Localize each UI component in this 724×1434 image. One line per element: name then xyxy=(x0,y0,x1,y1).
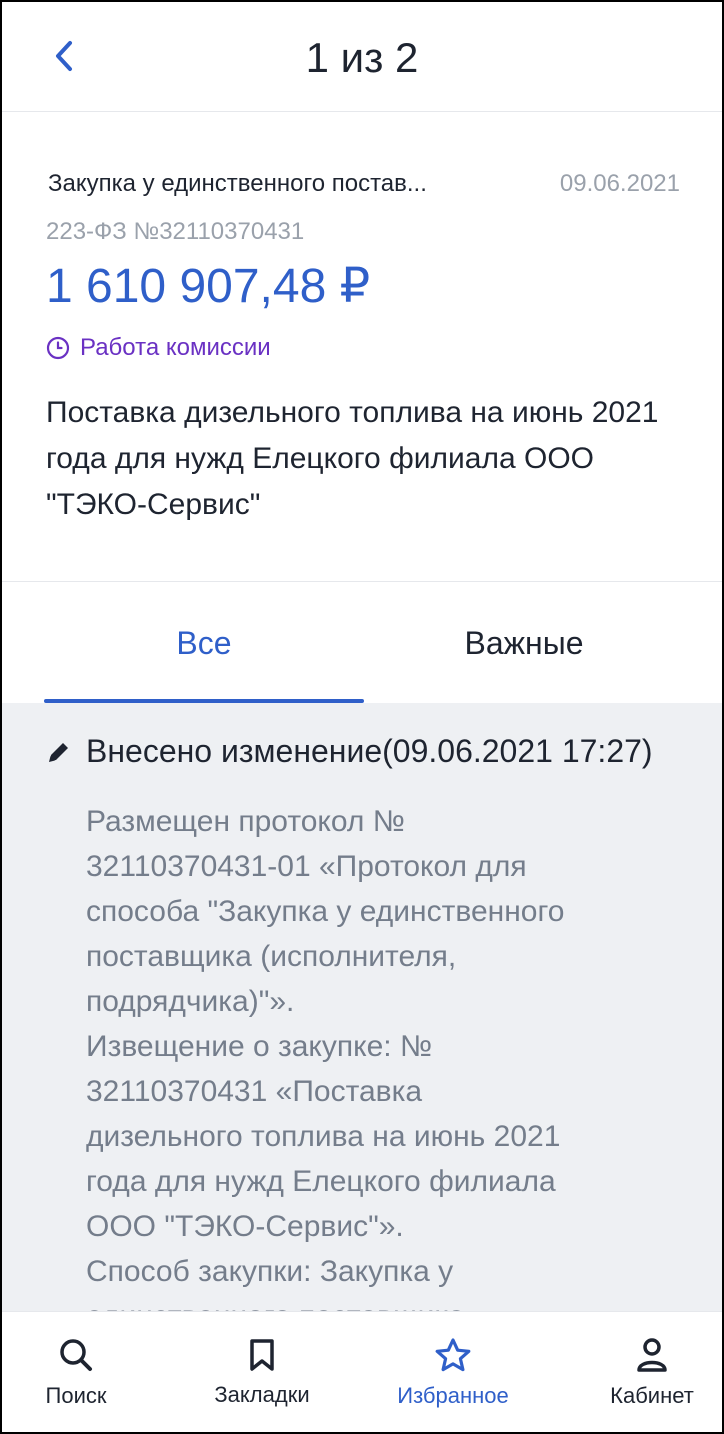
event-line: года для нужд Елецкого филиала xyxy=(86,1165,556,1198)
status-text: Работа комиссии xyxy=(80,334,271,361)
bookmark-icon xyxy=(250,1338,274,1371)
tab-all[interactable]: Все xyxy=(44,583,364,703)
bottom-navigation: Поиск Закладки Избранное Кабинет xyxy=(2,1311,722,1432)
nav-bookmarks[interactable]: Закладки xyxy=(188,1312,336,1432)
nav-cabinet-label: Кабинет xyxy=(610,1382,694,1408)
purchase-card: Закупка у единственного постав... 09.06.… xyxy=(2,112,722,582)
pencil-icon xyxy=(49,742,68,762)
search-icon xyxy=(60,1338,92,1371)
nav-favorites[interactable]: Избранное xyxy=(378,1312,528,1432)
tab-important-label: Важные xyxy=(464,624,584,661)
nav-favorites-label: Избранное xyxy=(397,1382,509,1408)
event-line: единственного поставщика xyxy=(86,1294,696,1311)
clock-icon xyxy=(46,336,70,360)
event-header: Внесено изменение(09.06.2021 17:27) xyxy=(46,733,653,770)
tab-bar: Все Важные xyxy=(2,583,722,703)
event-line: Способ закупки: Закупка у xyxy=(86,1255,454,1288)
event-feed[interactable]: Внесено изменение(09.06.2021 17:27) Разм… xyxy=(2,703,722,1311)
nav-bookmarks-label: Закладки xyxy=(214,1381,310,1407)
event-line: подрядчика)"». xyxy=(86,985,295,1018)
purchase-date: 09.06.2021 xyxy=(559,170,680,197)
event-line: Размещен протокол № xyxy=(86,805,405,838)
event-line: поставщика (исполнителя, xyxy=(86,940,457,973)
nav-search[interactable]: Поиск xyxy=(2,1312,150,1432)
page-title: 1 из 2 xyxy=(305,34,419,81)
tab-important[interactable]: Важные xyxy=(364,583,684,703)
nav-search-label: Поиск xyxy=(45,1382,107,1408)
event-body: Размещен протокол № 32110370431-01 «Прот… xyxy=(86,799,696,1311)
purchase-kind: Закупка у единственного постав... xyxy=(48,170,427,197)
star-icon xyxy=(435,1337,471,1371)
event-line: Извещение о закупке: № xyxy=(86,1030,433,1063)
purchase-price: 1 610 907,48 ₽ xyxy=(46,260,371,313)
event-line: ООО "ТЭКО-Сервис"». xyxy=(86,1210,404,1243)
status-badge: Работа комиссии xyxy=(46,334,271,362)
tab-all-label: Все xyxy=(176,624,232,661)
user-icon xyxy=(637,1337,667,1372)
event-line: способа "Закупка у единственного xyxy=(86,895,565,928)
event-line: дизельного топлива на июнь 2021 xyxy=(86,1120,561,1153)
event-title: Внесено изменение(09.06.2021 17:27) xyxy=(86,733,653,769)
purchase-description: Поставка дизельного топлива на июнь 2021… xyxy=(46,396,659,521)
screen: 1 из 2 Закупка у единственного постав...… xyxy=(0,0,724,1434)
app-header: 1 из 2 xyxy=(2,2,722,112)
event-line: 32110370431 «Поставка xyxy=(86,1075,423,1108)
event-line: 32110370431-01 «Протокол для xyxy=(86,850,527,883)
nav-cabinet[interactable]: Кабинет xyxy=(578,1312,722,1432)
registry-number: 223-ФЗ №32110370431 xyxy=(46,218,305,245)
